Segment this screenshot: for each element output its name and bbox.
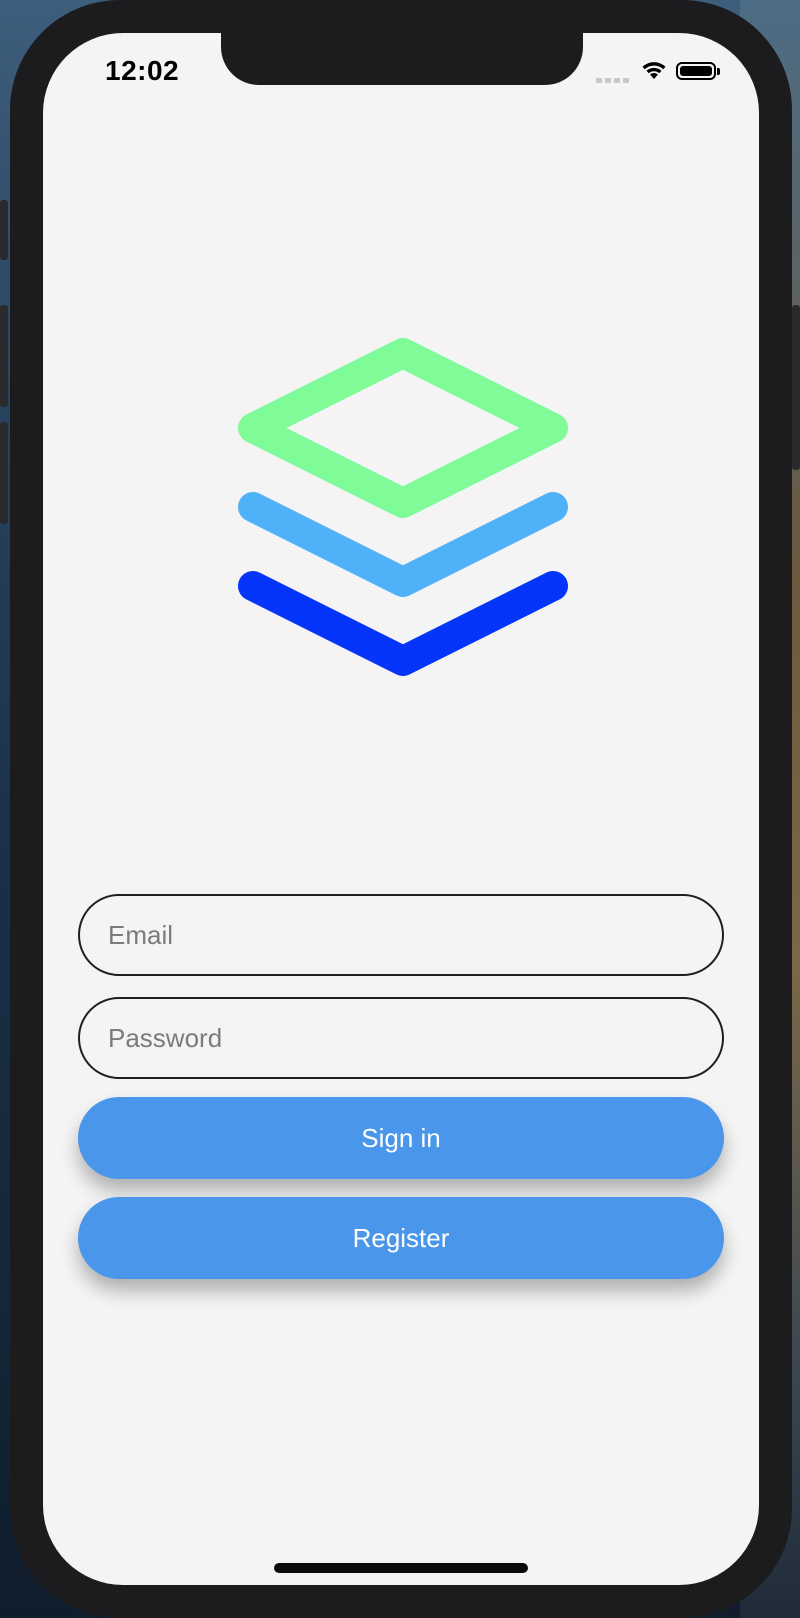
logo-middle-layer: [238, 492, 568, 597]
battery-icon: [676, 62, 720, 80]
volume-up-button: [0, 305, 8, 407]
sign-in-button[interactable]: Sign in: [78, 1097, 724, 1179]
volume-down-button: [0, 422, 8, 524]
status-time: 12:02: [105, 55, 180, 86]
phone-frame: 12:02 Sign in Register: [0, 0, 800, 1618]
notch: [221, 33, 583, 85]
logo-top-layer: [238, 338, 568, 518]
logo-bottom-layer: [238, 571, 568, 676]
wifi-icon: [642, 62, 666, 79]
email-field[interactable]: [78, 894, 724, 976]
layers-icon: [238, 338, 568, 676]
silent-switch: [0, 200, 8, 260]
password-field[interactable]: [78, 997, 724, 1079]
app-screen: 12:02 Sign in Register: [43, 33, 759, 1585]
home-indicator[interactable]: [274, 1563, 528, 1573]
power-button: [792, 305, 800, 470]
register-button[interactable]: Register: [78, 1197, 724, 1279]
cellular-signal-icon: [596, 78, 629, 83]
